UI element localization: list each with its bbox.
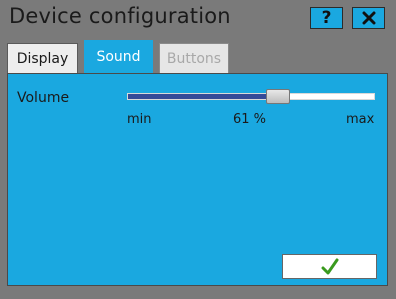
help-label: ? <box>321 8 332 28</box>
tab-sound[interactable]: Sound <box>84 40 153 73</box>
volume-slider[interactable] <box>127 89 375 104</box>
help-button[interactable]: ? <box>310 7 343 29</box>
close-button[interactable] <box>352 7 385 29</box>
close-icon <box>362 11 375 25</box>
sound-panel: Volume min 61 % max <box>7 73 388 286</box>
volume-slider-thumb[interactable] <box>266 89 291 104</box>
volume-value: 61 % <box>233 112 267 127</box>
tab-buttons-label: Buttons <box>166 50 222 67</box>
volume-max-label: max <box>346 112 375 127</box>
volume-label: Volume <box>17 90 70 106</box>
tab-display-label: Display <box>16 50 69 67</box>
tab-display[interactable]: Display <box>7 43 78 73</box>
ok-button[interactable] <box>282 254 377 279</box>
checkmark-icon <box>321 258 338 274</box>
volume-min-label: min <box>127 112 152 127</box>
tab-sound-label: Sound <box>96 48 141 65</box>
volume-slider-fill <box>128 94 279 99</box>
tab-buttons: Buttons <box>159 43 229 73</box>
window-title: Device configuration <box>9 4 231 28</box>
